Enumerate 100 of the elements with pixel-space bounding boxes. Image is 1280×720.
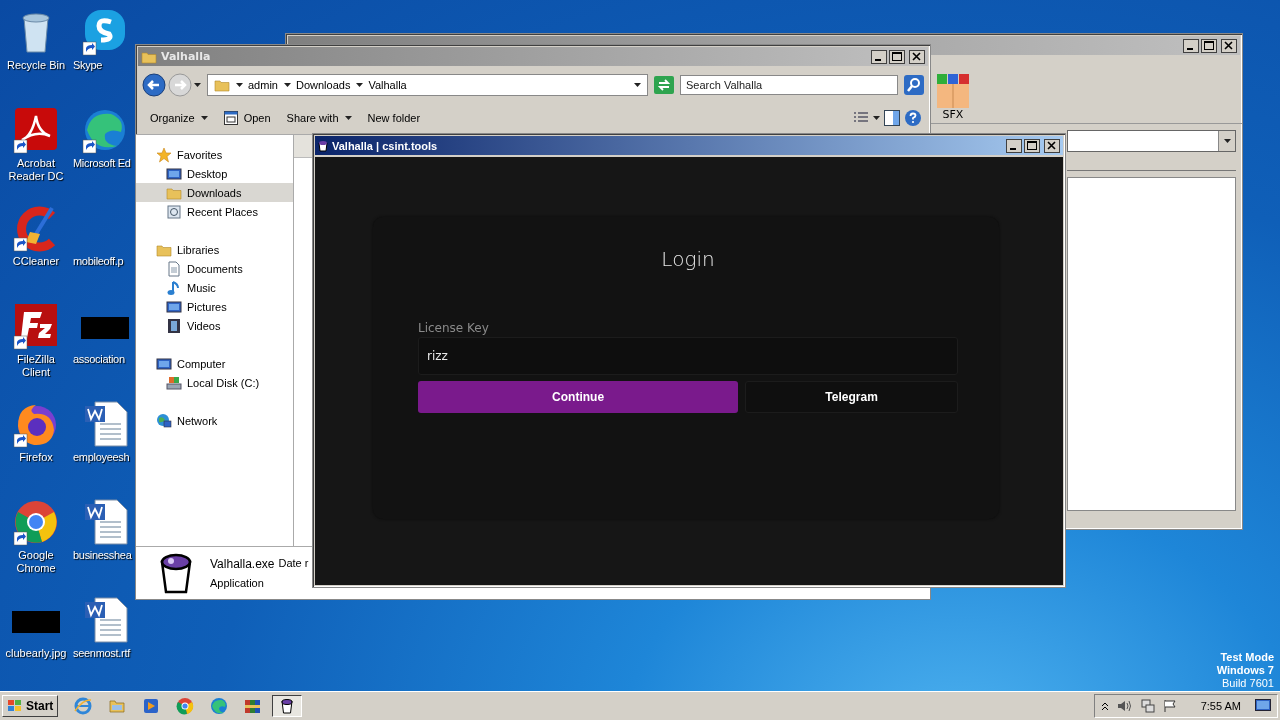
icon-label[interactable]: Recycle Bin: [6, 59, 66, 72]
help-icon[interactable]: [904, 109, 922, 127]
folder-icon: [108, 697, 127, 715]
maximize-button[interactable]: [1024, 138, 1040, 153]
minimize-button[interactable]: [1183, 38, 1199, 53]
icon-label[interactable]: Google Chrome: [3, 549, 69, 575]
globe-icon: [176, 697, 195, 715]
nav-item[interactable]: Desktop: [136, 164, 293, 183]
document-icon: [166, 260, 182, 277]
windows-flag-icon: [7, 699, 23, 713]
close-button[interactable]: [1221, 38, 1237, 53]
monitor-icon: [166, 298, 182, 315]
icon-label[interactable]: Microsoft Ed: [73, 157, 131, 170]
chevron-up-icon[interactable]: [1100, 701, 1109, 711]
window-title: Valhalla | csint.tools: [332, 139, 439, 152]
icon-label[interactable]: FileZilla Client: [3, 353, 69, 379]
file-meta-label: Date r: [278, 557, 309, 571]
search-field[interactable]: Search Valhalla: [680, 75, 898, 95]
show-desktop-icon[interactable]: [1255, 699, 1271, 713]
clock[interactable]: 7:55 AM: [1200, 700, 1241, 712]
caret-icon: [1223, 139, 1231, 143]
desktop-text: Windows 7: [1216, 664, 1274, 677]
minimize-button[interactable]: [871, 49, 887, 64]
preview-pane-icon[interactable]: [884, 110, 900, 126]
address-bar[interactable]: admin Downloads Valhalla: [207, 74, 648, 96]
start-button[interactable]: Start: [2, 695, 59, 717]
icon-label[interactable]: association: [73, 353, 125, 366]
icon-label[interactable]: seenmost.rtf: [73, 647, 130, 660]
e-browser-icon: [74, 697, 93, 715]
nav-item[interactable]: Documents: [136, 259, 293, 278]
taskbar-button[interactable]: [272, 695, 303, 717]
play-icon: [142, 697, 161, 715]
maximize-button[interactable]: [889, 49, 905, 64]
minimize-button[interactable]: [1006, 138, 1022, 153]
toolbar-button[interactable]: SFX: [931, 74, 975, 123]
view-icon[interactable]: [853, 111, 869, 125]
search-icon[interactable]: [904, 75, 924, 95]
nav-item[interactable]: Music: [136, 278, 293, 297]
license-key-field[interactable]: rizz: [418, 337, 958, 375]
view-caret-icon: [873, 116, 880, 120]
nav-item[interactable]: Recent Places: [136, 202, 293, 221]
desktop-text: Test Mode: [1220, 651, 1274, 664]
drive-icon: [166, 374, 182, 391]
maximize-button[interactable]: [1201, 38, 1217, 53]
breadcrumb-item[interactable]: Downloads: [295, 79, 351, 91]
history-caret-icon: [194, 83, 201, 87]
toolbar-button[interactable]: Share with: [280, 110, 358, 126]
clock-icon: [166, 203, 182, 220]
icon-label[interactable]: Acrobat Reader DC: [3, 157, 69, 183]
nav-item[interactable]: Computer: [136, 354, 293, 373]
toolbar-button[interactable]: Open: [217, 109, 277, 127]
field-label: License Key: [418, 321, 490, 335]
caret-icon: [236, 83, 243, 87]
nav-item[interactable]: Local Disk (C:): [136, 373, 293, 392]
breadcrumb-item[interactable]: Valhalla: [368, 79, 407, 91]
toolbar-button[interactable]: Organize: [144, 110, 214, 126]
bucket-icon: [318, 139, 328, 152]
card-title: Login: [661, 247, 715, 271]
icon-label[interactable]: Skype: [73, 59, 103, 72]
box-icon: [935, 74, 971, 108]
monitor-icon: [156, 355, 172, 372]
icon-label[interactable]: clubearly.jpg: [5, 647, 67, 660]
icon-label[interactable]: employeesh: [73, 451, 130, 464]
toolbar-button[interactable]: New folder: [361, 110, 427, 126]
film-icon: [166, 317, 182, 334]
window-icon: [223, 111, 238, 125]
caret-icon: [344, 116, 352, 120]
icon-label[interactable]: mobileoff.p: [73, 255, 124, 268]
caret-icon: [283, 83, 291, 87]
books-icon: [244, 697, 263, 715]
icon-label[interactable]: Firefox: [19, 451, 53, 464]
caret-icon: [356, 83, 364, 87]
network-icon[interactable]: [1140, 699, 1155, 713]
music-note-icon: [166, 279, 182, 296]
nav-item[interactable]: Network: [136, 411, 293, 430]
globe-icon: [156, 412, 172, 429]
star-icon: [156, 146, 172, 163]
nav-item[interactable]: Pictures: [136, 297, 293, 316]
speaker-icon[interactable]: [1116, 699, 1133, 713]
desktop-text: Build 7601: [1222, 677, 1274, 690]
monitor-icon: [166, 165, 182, 182]
icon-label[interactable]: CCleaner: [12, 255, 60, 268]
icon-label[interactable]: businesshea: [73, 549, 132, 562]
secondary-button[interactable]: Telegram: [745, 381, 958, 413]
close-button[interactable]: [909, 49, 925, 64]
window-title: Valhalla: [161, 50, 212, 63]
continue-button[interactable]: Continue: [418, 381, 739, 413]
folder-icon: [214, 77, 230, 93]
nav-item[interactable]: Libraries: [136, 240, 293, 259]
file-type: Application: [210, 577, 265, 589]
nav-item[interactable]: Favorites: [136, 145, 293, 164]
nav-item[interactable]: Downloads: [136, 183, 293, 202]
flag-icon[interactable]: [1162, 699, 1177, 713]
close-button[interactable]: [1044, 138, 1060, 153]
breadcrumb-item[interactable]: admin: [248, 79, 278, 91]
nav-item[interactable]: Videos: [136, 316, 293, 335]
wave-browser-icon: [210, 697, 229, 715]
dropdown-field[interactable]: [1067, 130, 1236, 152]
refresh-button[interactable]: [654, 76, 674, 94]
back-button[interactable]: [142, 73, 166, 97]
